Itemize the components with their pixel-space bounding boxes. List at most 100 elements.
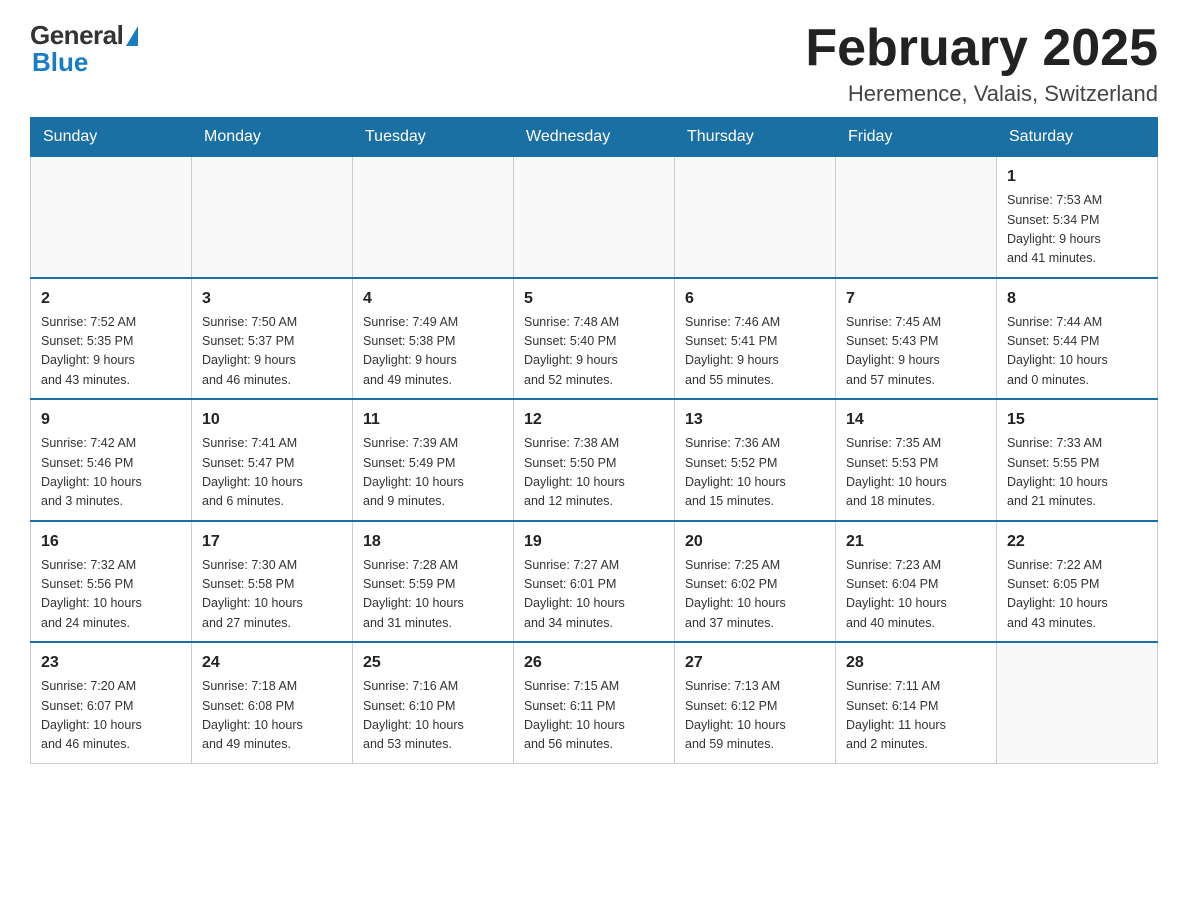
calendar-day-cell: 25Sunrise: 7:16 AM Sunset: 6:10 PM Dayli… (353, 642, 514, 763)
calendar-day-cell (353, 157, 514, 278)
day-info: Sunrise: 7:15 AM Sunset: 6:11 PM Dayligh… (524, 677, 664, 755)
calendar-day-cell: 8Sunrise: 7:44 AM Sunset: 5:44 PM Daylig… (997, 278, 1158, 400)
day-of-week-header: Wednesday (514, 118, 675, 157)
logo-blue-text: Blue (30, 47, 88, 78)
day-info: Sunrise: 7:33 AM Sunset: 5:55 PM Dayligh… (1007, 434, 1147, 512)
calendar-day-cell: 11Sunrise: 7:39 AM Sunset: 5:49 PM Dayli… (353, 399, 514, 521)
day-number: 2 (41, 287, 181, 311)
calendar-day-cell: 9Sunrise: 7:42 AM Sunset: 5:46 PM Daylig… (31, 399, 192, 521)
day-info: Sunrise: 7:32 AM Sunset: 5:56 PM Dayligh… (41, 556, 181, 634)
day-number: 22 (1007, 530, 1147, 554)
day-info: Sunrise: 7:30 AM Sunset: 5:58 PM Dayligh… (202, 556, 342, 634)
calendar-day-cell: 12Sunrise: 7:38 AM Sunset: 5:50 PM Dayli… (514, 399, 675, 521)
calendar-header: SundayMondayTuesdayWednesdayThursdayFrid… (31, 118, 1158, 157)
month-title: February 2025 (805, 20, 1158, 77)
day-info: Sunrise: 7:20 AM Sunset: 6:07 PM Dayligh… (41, 677, 181, 755)
day-number: 7 (846, 287, 986, 311)
day-number: 8 (1007, 287, 1147, 311)
day-info: Sunrise: 7:48 AM Sunset: 5:40 PM Dayligh… (524, 313, 664, 391)
day-number: 5 (524, 287, 664, 311)
logo: General Blue (30, 20, 140, 78)
calendar-day-cell: 27Sunrise: 7:13 AM Sunset: 6:12 PM Dayli… (675, 642, 836, 763)
day-info: Sunrise: 7:28 AM Sunset: 5:59 PM Dayligh… (363, 556, 503, 634)
day-info: Sunrise: 7:50 AM Sunset: 5:37 PM Dayligh… (202, 313, 342, 391)
day-number: 24 (202, 651, 342, 675)
day-info: Sunrise: 7:44 AM Sunset: 5:44 PM Dayligh… (1007, 313, 1147, 391)
day-number: 14 (846, 408, 986, 432)
day-info: Sunrise: 7:36 AM Sunset: 5:52 PM Dayligh… (685, 434, 825, 512)
day-info: Sunrise: 7:42 AM Sunset: 5:46 PM Dayligh… (41, 434, 181, 512)
calendar-day-cell: 6Sunrise: 7:46 AM Sunset: 5:41 PM Daylig… (675, 278, 836, 400)
day-number: 23 (41, 651, 181, 675)
day-number: 3 (202, 287, 342, 311)
calendar-day-cell: 15Sunrise: 7:33 AM Sunset: 5:55 PM Dayli… (997, 399, 1158, 521)
calendar-day-cell: 1Sunrise: 7:53 AM Sunset: 5:34 PM Daylig… (997, 157, 1158, 278)
day-of-week-header: Monday (192, 118, 353, 157)
day-number: 16 (41, 530, 181, 554)
calendar-day-cell (675, 157, 836, 278)
day-info: Sunrise: 7:53 AM Sunset: 5:34 PM Dayligh… (1007, 191, 1147, 269)
calendar-day-cell: 4Sunrise: 7:49 AM Sunset: 5:38 PM Daylig… (353, 278, 514, 400)
calendar-day-cell: 3Sunrise: 7:50 AM Sunset: 5:37 PM Daylig… (192, 278, 353, 400)
day-info: Sunrise: 7:18 AM Sunset: 6:08 PM Dayligh… (202, 677, 342, 755)
calendar-table: SundayMondayTuesdayWednesdayThursdayFrid… (30, 117, 1158, 764)
day-of-week-header: Saturday (997, 118, 1158, 157)
calendar-week-row: 23Sunrise: 7:20 AM Sunset: 6:07 PM Dayli… (31, 642, 1158, 763)
day-info: Sunrise: 7:23 AM Sunset: 6:04 PM Dayligh… (846, 556, 986, 634)
day-info: Sunrise: 7:35 AM Sunset: 5:53 PM Dayligh… (846, 434, 986, 512)
day-info: Sunrise: 7:41 AM Sunset: 5:47 PM Dayligh… (202, 434, 342, 512)
calendar-day-cell: 13Sunrise: 7:36 AM Sunset: 5:52 PM Dayli… (675, 399, 836, 521)
calendar-day-cell: 10Sunrise: 7:41 AM Sunset: 5:47 PM Dayli… (192, 399, 353, 521)
day-number: 20 (685, 530, 825, 554)
day-info: Sunrise: 7:13 AM Sunset: 6:12 PM Dayligh… (685, 677, 825, 755)
calendar-day-cell: 18Sunrise: 7:28 AM Sunset: 5:59 PM Dayli… (353, 521, 514, 643)
day-number: 1 (1007, 165, 1147, 189)
calendar-day-cell: 26Sunrise: 7:15 AM Sunset: 6:11 PM Dayli… (514, 642, 675, 763)
day-info: Sunrise: 7:45 AM Sunset: 5:43 PM Dayligh… (846, 313, 986, 391)
calendar-day-cell: 24Sunrise: 7:18 AM Sunset: 6:08 PM Dayli… (192, 642, 353, 763)
calendar-day-cell: 23Sunrise: 7:20 AM Sunset: 6:07 PM Dayli… (31, 642, 192, 763)
calendar-day-cell (836, 157, 997, 278)
calendar-day-cell: 21Sunrise: 7:23 AM Sunset: 6:04 PM Dayli… (836, 521, 997, 643)
calendar-day-cell: 20Sunrise: 7:25 AM Sunset: 6:02 PM Dayli… (675, 521, 836, 643)
day-info: Sunrise: 7:49 AM Sunset: 5:38 PM Dayligh… (363, 313, 503, 391)
calendar-week-row: 9Sunrise: 7:42 AM Sunset: 5:46 PM Daylig… (31, 399, 1158, 521)
calendar-day-cell: 2Sunrise: 7:52 AM Sunset: 5:35 PM Daylig… (31, 278, 192, 400)
day-of-week-header: Tuesday (353, 118, 514, 157)
day-info: Sunrise: 7:52 AM Sunset: 5:35 PM Dayligh… (41, 313, 181, 391)
day-of-week-header: Thursday (675, 118, 836, 157)
calendar-day-cell (31, 157, 192, 278)
calendar-day-cell: 28Sunrise: 7:11 AM Sunset: 6:14 PM Dayli… (836, 642, 997, 763)
calendar-day-cell (192, 157, 353, 278)
day-of-week-header: Sunday (31, 118, 192, 157)
day-number: 18 (363, 530, 503, 554)
calendar-body: 1Sunrise: 7:53 AM Sunset: 5:34 PM Daylig… (31, 157, 1158, 764)
calendar-day-cell: 16Sunrise: 7:32 AM Sunset: 5:56 PM Dayli… (31, 521, 192, 643)
day-number: 11 (363, 408, 503, 432)
day-info: Sunrise: 7:25 AM Sunset: 6:02 PM Dayligh… (685, 556, 825, 634)
days-of-week-row: SundayMondayTuesdayWednesdayThursdayFrid… (31, 118, 1158, 157)
day-info: Sunrise: 7:16 AM Sunset: 6:10 PM Dayligh… (363, 677, 503, 755)
day-info: Sunrise: 7:22 AM Sunset: 6:05 PM Dayligh… (1007, 556, 1147, 634)
location-title: Heremence, Valais, Switzerland (805, 81, 1158, 107)
day-number: 10 (202, 408, 342, 432)
day-number: 27 (685, 651, 825, 675)
day-number: 19 (524, 530, 664, 554)
calendar-week-row: 16Sunrise: 7:32 AM Sunset: 5:56 PM Dayli… (31, 521, 1158, 643)
calendar-day-cell (997, 642, 1158, 763)
day-number: 25 (363, 651, 503, 675)
calendar-day-cell (514, 157, 675, 278)
day-info: Sunrise: 7:38 AM Sunset: 5:50 PM Dayligh… (524, 434, 664, 512)
day-number: 13 (685, 408, 825, 432)
day-info: Sunrise: 7:27 AM Sunset: 6:01 PM Dayligh… (524, 556, 664, 634)
day-info: Sunrise: 7:46 AM Sunset: 5:41 PM Dayligh… (685, 313, 825, 391)
title-block: February 2025 Heremence, Valais, Switzer… (805, 20, 1158, 107)
calendar-day-cell: 17Sunrise: 7:30 AM Sunset: 5:58 PM Dayli… (192, 521, 353, 643)
day-number: 15 (1007, 408, 1147, 432)
calendar-day-cell: 22Sunrise: 7:22 AM Sunset: 6:05 PM Dayli… (997, 521, 1158, 643)
day-number: 28 (846, 651, 986, 675)
day-number: 9 (41, 408, 181, 432)
calendar-day-cell: 7Sunrise: 7:45 AM Sunset: 5:43 PM Daylig… (836, 278, 997, 400)
day-info: Sunrise: 7:39 AM Sunset: 5:49 PM Dayligh… (363, 434, 503, 512)
day-of-week-header: Friday (836, 118, 997, 157)
